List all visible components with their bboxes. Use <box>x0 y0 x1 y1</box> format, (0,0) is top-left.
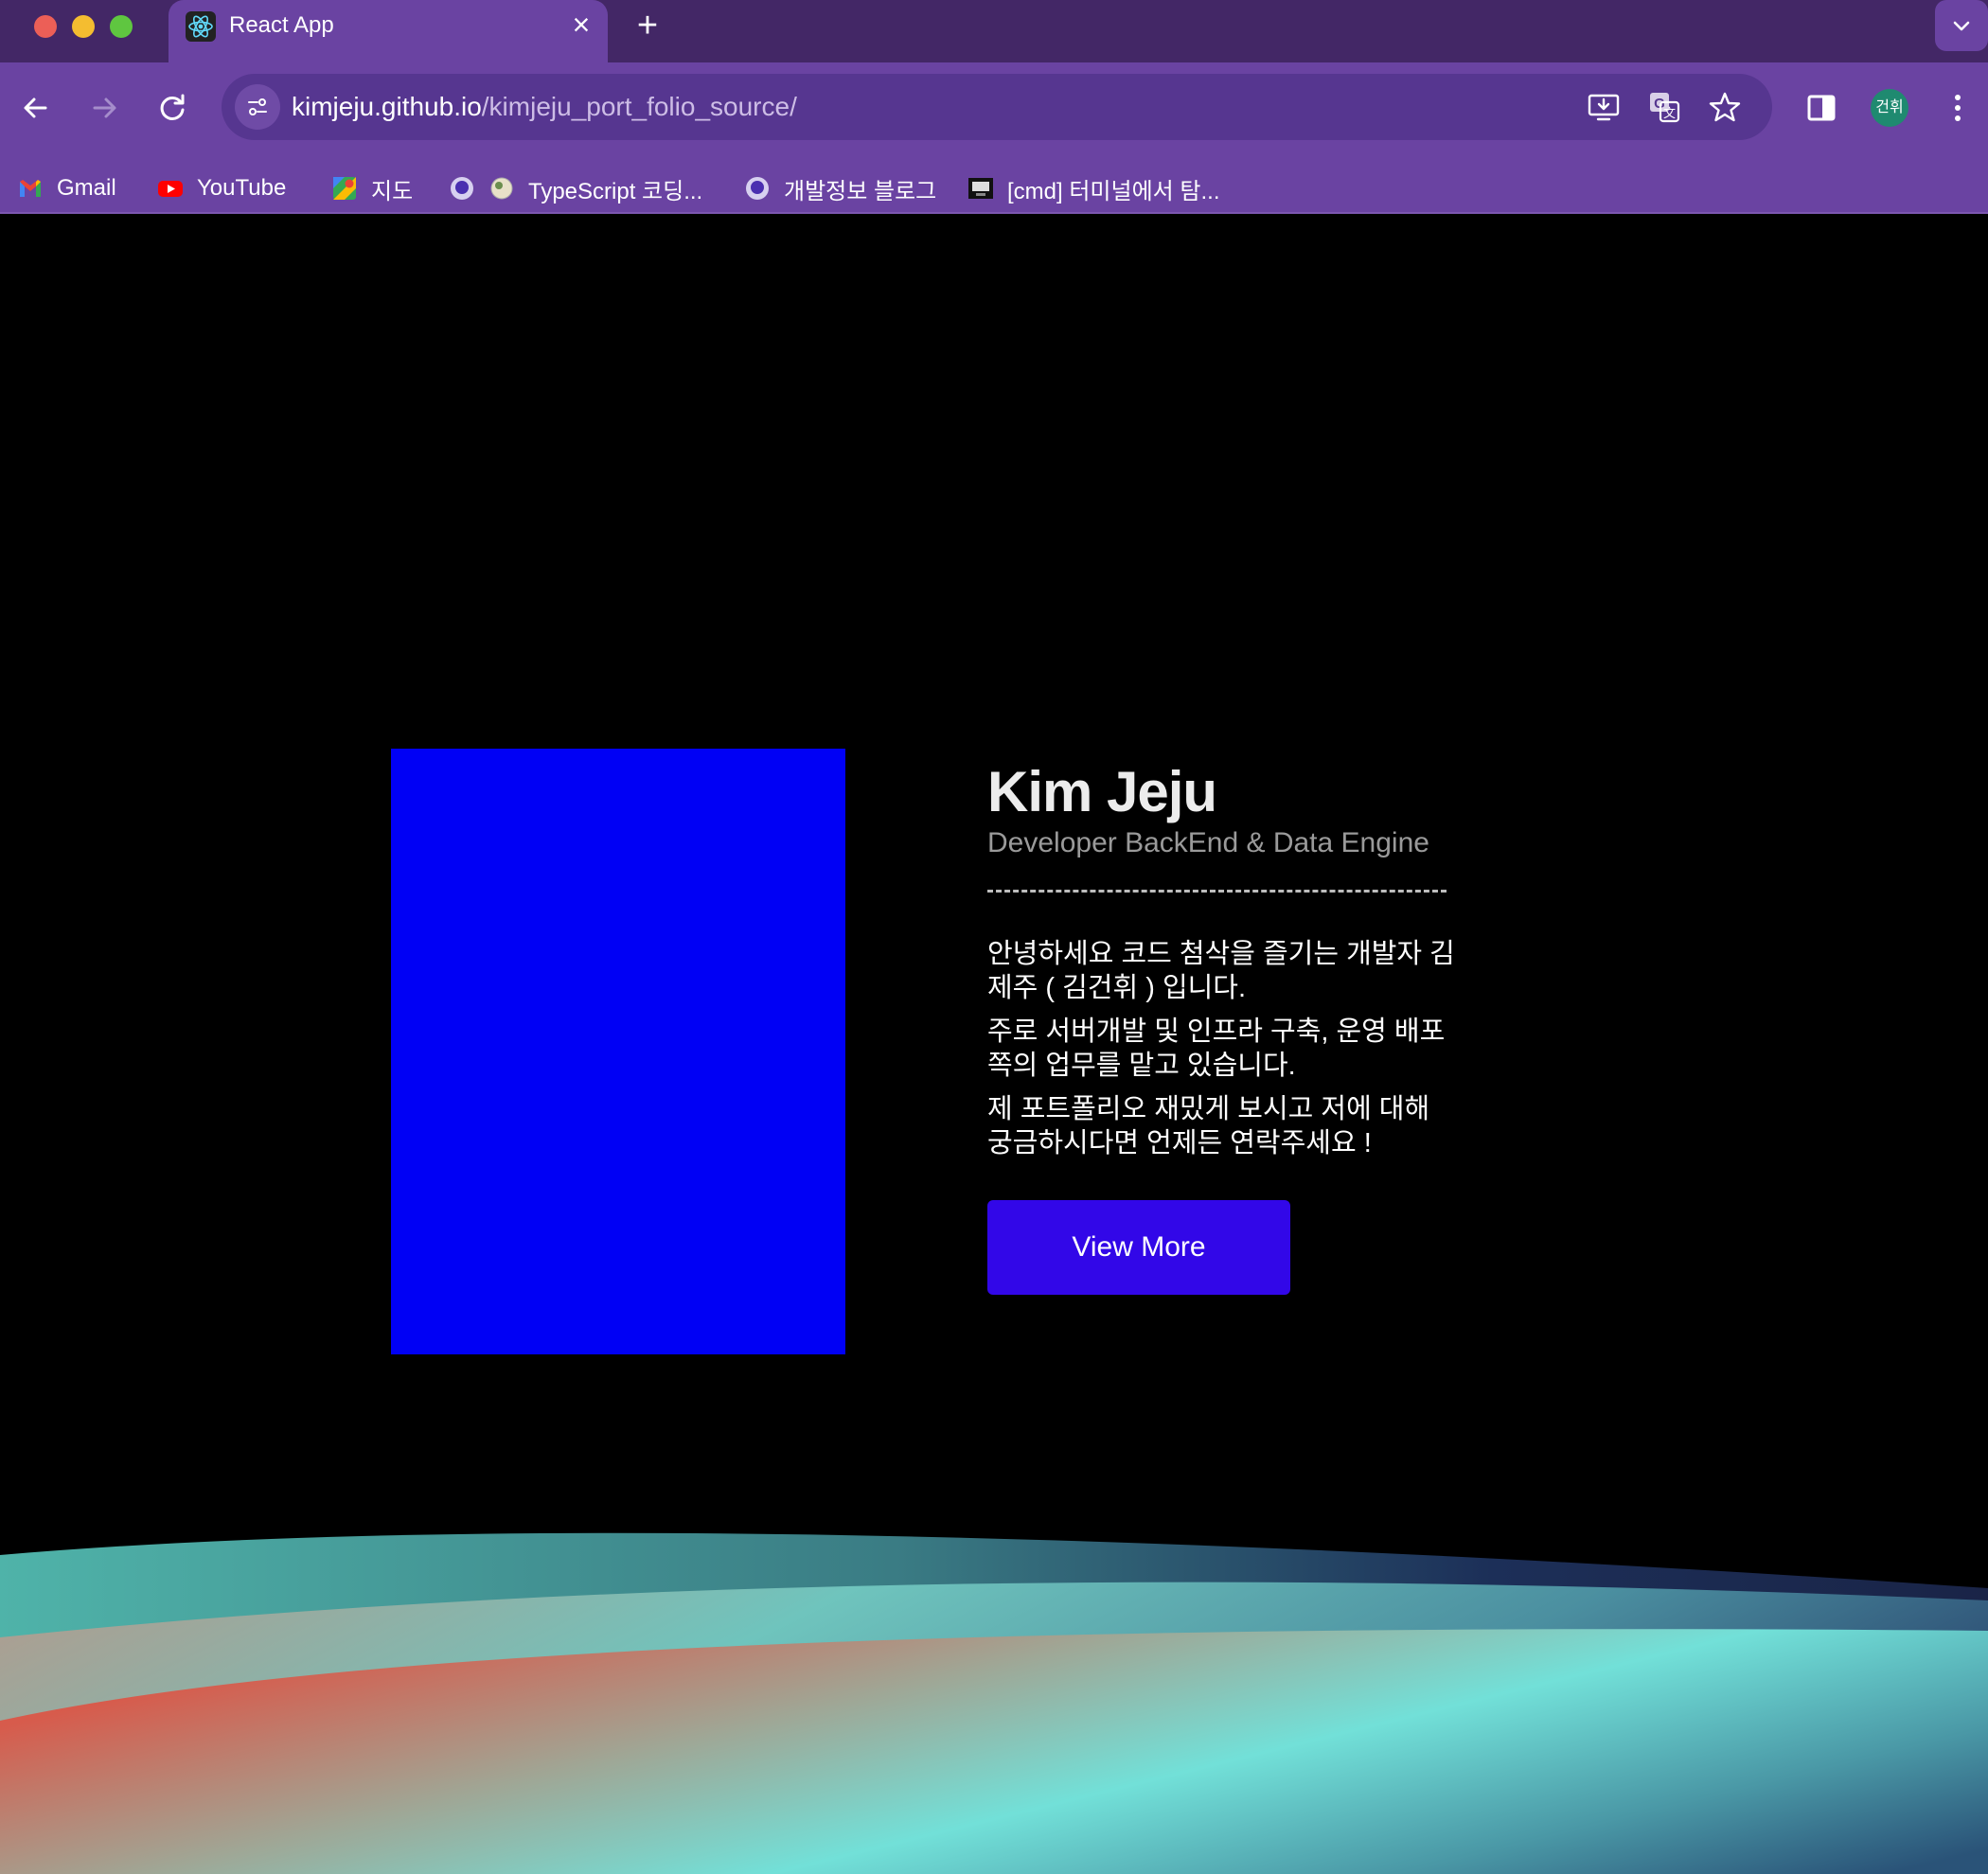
tab-search-button[interactable] <box>1935 0 1988 51</box>
bookmark-label: YouTube <box>197 175 287 201</box>
bookmark-label: [cmd] 터미널에서 탐... <box>1007 178 1220 204</box>
intro-paragraph: 제 포트폴리오 재밌게 보시고 저에 대해 궁금하시다면 언제든 연락주세요 ! <box>987 1094 1430 1158</box>
bookmark-label: Gmail <box>57 175 116 201</box>
profile-avatar[interactable]: 건휘 <box>1871 89 1908 127</box>
bookmark-typescript[interactable]: TypeScript 코딩... <box>449 174 703 204</box>
page-viewport: Kim Jeju Developer BackEnd & Data Engine… <box>0 216 1988 1874</box>
svg-text:文: 文 <box>1663 107 1676 121</box>
install-app-icon[interactable] <box>1587 90 1621 124</box>
react-icon <box>186 11 216 42</box>
terminal-icon <box>968 178 993 199</box>
intro-text: 안녕하세요 코드 첨삭을 즐기는 개발자 김제주 ( 김건휘 ) 입니다. 주로… <box>987 937 1461 1170</box>
site-icon <box>746 177 769 200</box>
globe-icon <box>490 177 513 200</box>
bookmark-label: 지도 <box>371 178 414 204</box>
tune-icon <box>248 98 267 115</box>
minimize-window-button[interactable] <box>72 15 95 38</box>
tab-strip: React App × + <box>0 0 1988 62</box>
bookmark-youtube[interactable]: YouTube <box>157 174 286 203</box>
reload-button[interactable] <box>151 87 193 129</box>
site-info-button[interactable] <box>235 84 280 130</box>
forward-button[interactable] <box>83 87 125 129</box>
arrow-left-icon <box>24 97 47 118</box>
arrow-right-icon <box>93 97 116 118</box>
tab-title: React App <box>229 12 334 38</box>
url-path: /kimjeju_port_folio_source/ <box>481 92 797 121</box>
wave-decoration <box>0 1532 1988 1874</box>
intro-paragraph: 안녕하세요 코드 첨삭을 즐기는 개발자 김제주 ( 김건휘 ) 입니다. <box>987 939 1455 1003</box>
profile-photo-placeholder <box>391 749 845 1354</box>
bookmark-gmail[interactable]: Gmail <box>17 174 116 203</box>
bookmark-maps[interactable]: 지도 <box>331 174 414 204</box>
back-button[interactable] <box>15 87 57 129</box>
close-tab-icon[interactable]: × <box>564 8 598 42</box>
bookmark-label: TypeScript 코딩... <box>528 178 703 204</box>
close-window-button[interactable] <box>34 15 57 38</box>
bookmark-dev-blog[interactable]: 개발정보 블로그 <box>744 174 937 204</box>
bookmark-cmd-terminal[interactable]: [cmd] 터미널에서 탐... <box>967 174 1220 204</box>
side-panel-icon[interactable] <box>1801 87 1842 129</box>
tab-react-app[interactable]: React App × <box>169 0 608 62</box>
intro-paragraph: 주로 서버개발 및 인프라 구축, 운영 배포쪽의 업무를 맡고 있습니다. <box>987 1017 1446 1081</box>
hero-name: Kim Jeju <box>987 760 1217 823</box>
bookmarks-bar: Gmail YouTube 지도 TypeScript 코딩... 개발정보 블… <box>0 161 1988 214</box>
maximize-window-button[interactable] <box>110 15 133 38</box>
hero-role: Developer BackEnd & Data Engine <box>987 827 1429 858</box>
address-bar[interactable]: kimjeju.github.io/kimjeju_port_folio_sou… <box>222 74 1772 140</box>
reload-icon <box>160 94 185 120</box>
youtube-icon <box>158 181 183 197</box>
gmail-icon <box>20 180 41 197</box>
url-text: kimjeju.github.io/kimjeju_port_folio_sou… <box>292 92 797 122</box>
bookmark-label: 개발정보 블로그 <box>784 178 937 204</box>
url-host: kimjeju.github.io <box>292 92 482 121</box>
site-icon <box>451 177 473 200</box>
translate-icon[interactable]: G文 <box>1647 90 1681 124</box>
new-tab-button[interactable]: + <box>629 5 666 46</box>
view-more-button[interactable]: View More <box>987 1200 1290 1295</box>
dashed-divider <box>987 890 1447 893</box>
maps-icon <box>333 177 356 200</box>
more-menu-icon[interactable] <box>1937 87 1979 129</box>
bookmark-star-icon[interactable] <box>1708 90 1742 124</box>
browser-toolbar: kimjeju.github.io/kimjeju_port_folio_sou… <box>0 62 1988 214</box>
chevron-down-icon <box>1953 21 1970 31</box>
